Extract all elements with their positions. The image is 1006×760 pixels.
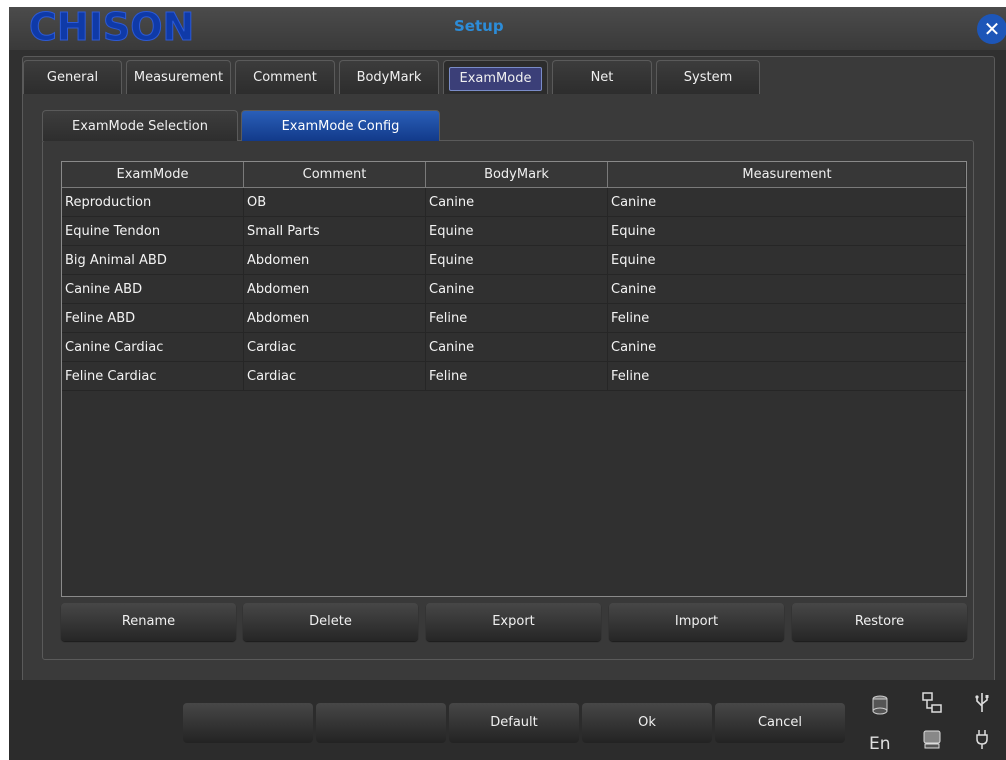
- cell-bodymark: Canine: [426, 188, 608, 217]
- footer-blank-button-1[interactable]: [183, 703, 313, 743]
- language-indicator[interactable]: En: [869, 734, 891, 754]
- table-header: ExamMode Comment BodyMark Measurement: [62, 162, 966, 188]
- column-header-exammode[interactable]: ExamMode: [62, 162, 244, 188]
- cell-bodymark: Feline: [426, 304, 608, 333]
- cell-bodymark: Equine: [426, 246, 608, 275]
- cell-exammode: Reproduction: [62, 188, 244, 217]
- cell-measurement: Canine: [608, 275, 966, 304]
- cell-comment: OB: [244, 188, 426, 217]
- cell-bodymark: Equine: [426, 217, 608, 246]
- title-bar: CHISON Setup ✕: [9, 7, 1006, 50]
- rename-button[interactable]: Rename: [61, 603, 236, 641]
- subtab-exammode-config[interactable]: ExamMode Config: [241, 110, 440, 141]
- tab-net[interactable]: Net: [552, 60, 652, 94]
- column-header-measurement[interactable]: Measurement: [608, 162, 966, 188]
- table-row[interactable]: Feline ABD Abdomen Feline Feline: [62, 304, 966, 333]
- cell-comment: Abdomen: [244, 246, 426, 275]
- chison-logo: CHISON: [28, 7, 195, 50]
- disk-icon: [871, 695, 889, 715]
- cell-bodymark: Feline: [426, 362, 608, 391]
- cell-exammode: Equine Tendon: [62, 217, 244, 246]
- cell-measurement: Feline: [608, 362, 966, 391]
- printer-icon: [922, 728, 942, 750]
- table-row[interactable]: Reproduction OB Canine Canine: [62, 188, 966, 217]
- cell-measurement: Feline: [608, 304, 966, 333]
- delete-button[interactable]: Delete: [243, 603, 418, 641]
- tab-system[interactable]: System: [656, 60, 760, 94]
- exammode-table: ExamMode Comment BodyMark Measurement Re…: [61, 161, 967, 597]
- cell-exammode: Canine Cardiac: [62, 333, 244, 362]
- cell-bodymark: Canine: [426, 275, 608, 304]
- tab-general[interactable]: General: [23, 60, 122, 94]
- table-row[interactable]: Big Animal ABD Abdomen Equine Equine: [62, 246, 966, 275]
- cell-comment: Small Parts: [244, 217, 426, 246]
- import-button[interactable]: Import: [609, 603, 784, 641]
- plug-icon: [974, 728, 990, 750]
- cell-exammode: Feline Cardiac: [62, 362, 244, 391]
- restore-button[interactable]: Restore: [792, 603, 967, 641]
- cell-bodymark: Canine: [426, 333, 608, 362]
- cell-comment: Cardiac: [244, 333, 426, 362]
- table-row[interactable]: Feline Cardiac Cardiac Feline Feline: [62, 362, 966, 391]
- ok-button[interactable]: Ok: [582, 703, 712, 743]
- window-title: Setup: [454, 17, 504, 35]
- column-header-bodymark[interactable]: BodyMark: [426, 162, 608, 188]
- subtab-exammode-selection[interactable]: ExamMode Selection: [42, 110, 238, 141]
- cell-comment: Cardiac: [244, 362, 426, 391]
- cell-measurement: Canine: [608, 188, 966, 217]
- tab-exammode-label: ExamMode: [448, 67, 543, 91]
- default-button[interactable]: Default: [449, 703, 579, 743]
- column-header-comment[interactable]: Comment: [244, 162, 426, 188]
- table-row[interactable]: Canine ABD Abdomen Canine Canine: [62, 275, 966, 304]
- cell-exammode: Canine ABD: [62, 275, 244, 304]
- footer-blank-button-2[interactable]: [316, 703, 446, 743]
- cell-measurement: Equine: [608, 217, 966, 246]
- export-button[interactable]: Export: [426, 603, 601, 641]
- tab-measurement[interactable]: Measurement: [126, 60, 231, 94]
- tab-bodymark[interactable]: BodyMark: [339, 60, 439, 94]
- network-icon: [922, 692, 942, 714]
- cell-measurement: Equine: [608, 246, 966, 275]
- tab-exammode[interactable]: ExamMode: [443, 60, 548, 94]
- close-icon[interactable]: ✕: [977, 14, 1006, 44]
- tab-comment[interactable]: Comment: [235, 60, 335, 94]
- cell-comment: Abdomen: [244, 275, 426, 304]
- table-row[interactable]: Equine Tendon Small Parts Equine Equine: [62, 217, 966, 246]
- usb-icon: [974, 692, 990, 714]
- cell-comment: Abdomen: [244, 304, 426, 333]
- cell-exammode: Big Animal ABD: [62, 246, 244, 275]
- cancel-button[interactable]: Cancel: [715, 703, 845, 743]
- cell-exammode: Feline ABD: [62, 304, 244, 333]
- table-row[interactable]: Canine Cardiac Cardiac Canine Canine: [62, 333, 966, 362]
- cell-measurement: Canine: [608, 333, 966, 362]
